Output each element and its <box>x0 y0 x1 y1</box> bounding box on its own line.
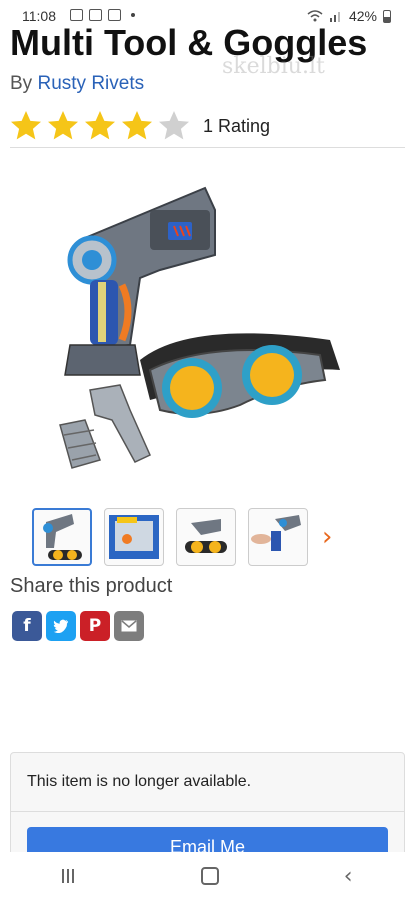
chevron-right-icon[interactable]: › <box>322 522 332 552</box>
divider <box>11 811 404 812</box>
star-full-icon <box>11 111 41 140</box>
by-prefix: By <box>10 73 33 94</box>
rating-count: 1 Rating <box>203 115 271 136</box>
app-notification-icon <box>108 9 121 21</box>
email-share-button[interactable] <box>114 611 144 641</box>
notification-icons <box>70 9 135 21</box>
brand-link[interactable]: Rusty Rivets <box>37 73 144 94</box>
star-full-icon <box>85 111 115 140</box>
twitter-icon <box>53 619 68 633</box>
rating[interactable]: 1 Rating <box>8 108 270 144</box>
recents-icon[interactable] <box>62 869 76 883</box>
star-empty-icon <box>159 111 189 140</box>
back-icon[interactable]: ‹ <box>344 864 353 889</box>
thumbnail-2[interactable] <box>104 508 164 566</box>
share-title: Share this product <box>10 575 173 597</box>
more-notifications-icon <box>131 13 135 17</box>
facebook-share-button[interactable]: f <box>12 611 42 641</box>
gallery-icon <box>70 9 83 21</box>
watermark: skelbiu.lt <box>222 54 325 79</box>
wifi-icon <box>307 10 323 22</box>
home-icon[interactable] <box>201 867 220 885</box>
signal-icon <box>329 12 340 22</box>
star-full-icon <box>48 111 78 140</box>
twitter-share-button[interactable] <box>46 611 76 641</box>
thumbnail-1[interactable] <box>32 508 92 566</box>
star-full-icon <box>122 111 152 140</box>
divider <box>10 147 405 148</box>
thumbnail-3[interactable] <box>176 508 236 566</box>
unavailable-message: This item is no longer available. <box>27 773 252 790</box>
byline: By Rusty Rivets <box>10 73 144 95</box>
facebook-icon: f <box>23 616 31 636</box>
battery-icon <box>383 9 391 23</box>
thumbnail-4[interactable] <box>248 508 308 566</box>
share-buttons: f P <box>12 611 144 641</box>
system-nav-bar: ‹ <box>0 852 415 900</box>
envelope-icon <box>121 620 137 632</box>
pinterest-share-button[interactable]: P <box>80 611 110 641</box>
app-notification-icon <box>89 9 102 21</box>
product-image[interactable] <box>40 170 380 490</box>
pinterest-icon: P <box>88 616 102 636</box>
thumbnail-strip: › <box>32 508 332 566</box>
